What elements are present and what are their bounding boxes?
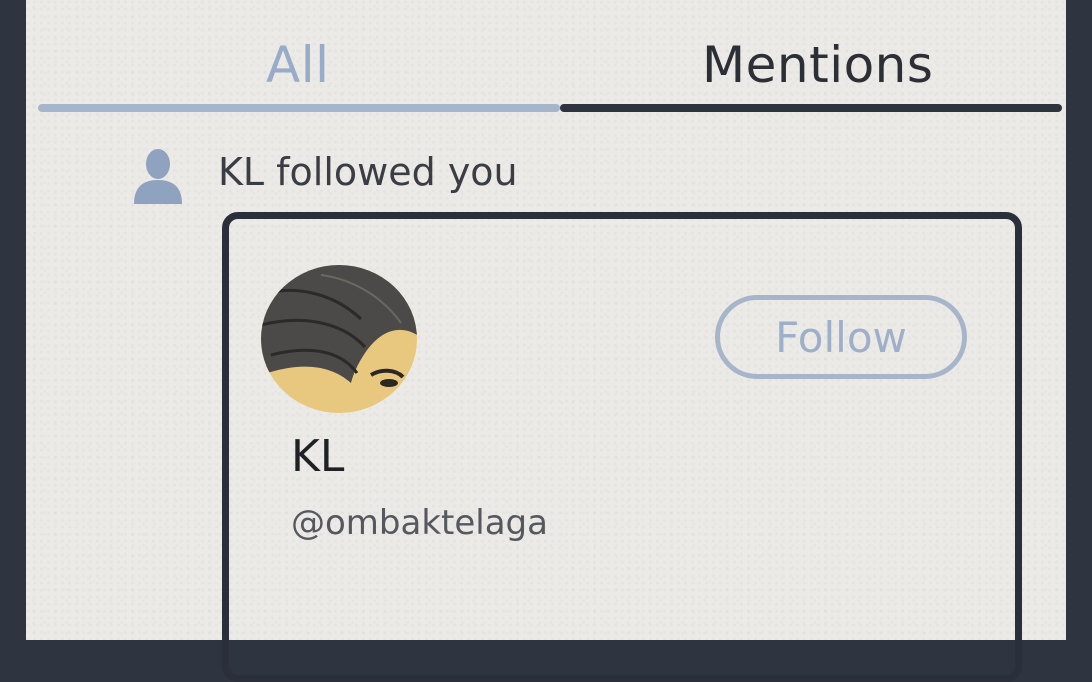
person-icon: [132, 146, 184, 210]
tab-all-indicator: [38, 104, 560, 112]
avatar[interactable]: [261, 265, 417, 413]
tab-all[interactable]: All: [266, 36, 330, 94]
tab-mentions-underline: [560, 104, 1062, 112]
user-handle: @ombaktelaga: [291, 503, 548, 543]
follow-button[interactable]: Follow: [715, 295, 967, 379]
user-card[interactable]: Follow KL @ombaktelaga: [222, 212, 1022, 682]
notification-text: KL followed you: [218, 150, 518, 194]
tab-mentions[interactable]: Mentions: [702, 36, 933, 94]
notifications-panel: All Mentions KL followed you Follow KL @…: [26, 0, 1066, 682]
user-display-name: KL: [291, 431, 345, 482]
